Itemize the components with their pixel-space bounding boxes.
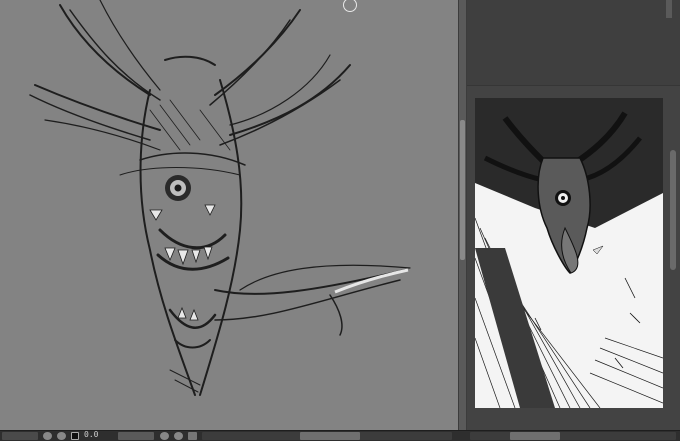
rotate-left-icon[interactable] [160,432,169,440]
canvas-vertical-scrollbar[interactable] [458,0,467,430]
horizontal-scroll-thumb[interactable] [300,432,360,440]
panel-header [467,0,680,86]
panel-header-scroll[interactable] [666,0,672,18]
sketch-drawing [29,0,411,396]
status-navigator-slider[interactable] [2,432,38,440]
rotation-slider[interactable] [118,432,154,440]
minus-circle-icon[interactable] [43,432,52,440]
plus-circle-icon[interactable] [57,432,66,440]
rotate-right-icon[interactable] [174,432,183,440]
reference-image[interactable] [475,98,663,408]
manga-panel-art [475,98,663,408]
canvas-scroll-thumb[interactable] [460,120,465,260]
square-icon[interactable] [71,432,79,440]
status-bar: 0.0 [0,430,680,441]
panel-horizontal-scrollbar[interactable] [470,432,676,440]
drawing-canvas[interactable] [0,0,458,430]
flip-icon[interactable] [188,432,197,440]
reference-panel [467,0,680,430]
panel-horizontal-scroll-thumb[interactable] [510,432,560,440]
panel-scroll-thumb[interactable] [670,150,676,270]
zoom-readout: 0.0 [84,430,99,439]
